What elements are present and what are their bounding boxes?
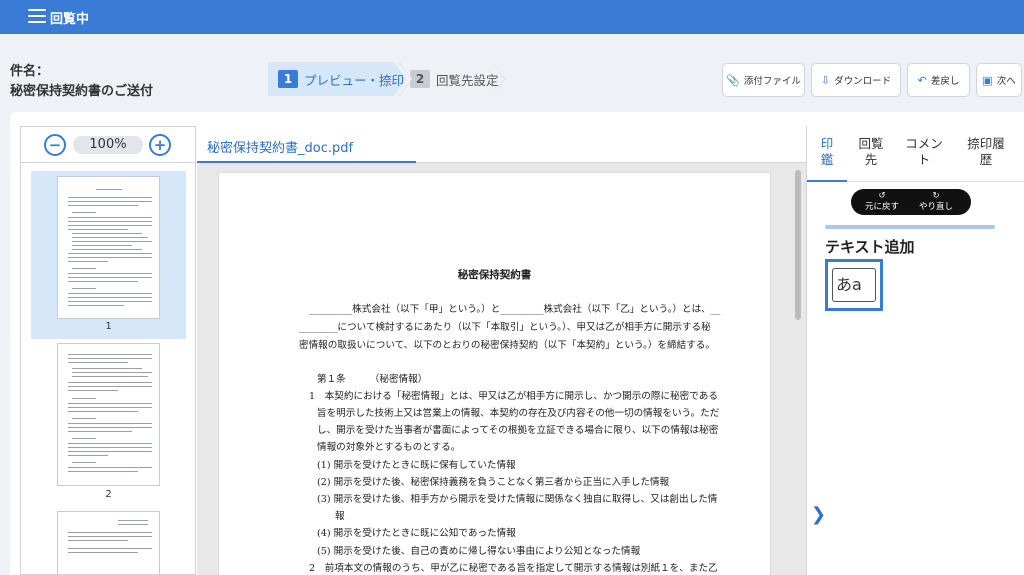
document-line: し、開示を受けた当事者が書面によってその根拠を立証できる場合に限り、以下の情報は… — [317, 425, 719, 436]
add-text-button[interactable]: あa — [825, 259, 883, 311]
thumbnail-page-image — [57, 176, 160, 319]
document-tab[interactable]: 秘密保持契約書_doc.pdf — [197, 126, 416, 163]
subject-value: 秘密保持契約書のご送付 — [10, 84, 154, 99]
step-preview-stamp[interactable]: 1 プレビュー・捺印 — [268, 62, 406, 96]
next-icon: ▣ — [982, 73, 993, 87]
document-line: ________について検討するにあたり（以下「本取引」という。）、甲又は乙が相… — [299, 322, 711, 333]
page-number: 1 — [105, 321, 112, 332]
page-number: 2 — [105, 489, 112, 500]
section-divider — [825, 225, 995, 229]
text-tool-icon: あa — [832, 268, 876, 302]
document-title: 秘密保持契約書 — [457, 269, 532, 281]
right-panel: 印 鑑 回覧 先 コメン ト 捺印履 歴 ↺ 元に戻す ↻ やり直し テキスト追… — [806, 126, 1024, 575]
page-thumbnail[interactable]: 1 — [31, 171, 186, 339]
document-page: 秘密保持契約書 _________株式会社（以下「甲」という。）と_______… — [219, 173, 770, 575]
document-line: 第１条 （秘密情報） — [317, 374, 428, 385]
next-button[interactable]: ▣ 次へ — [976, 63, 1022, 97]
return-button[interactable]: ↶ 差戻し — [907, 63, 970, 97]
tab-comments[interactable]: コメン ト — [901, 136, 947, 168]
undo-redo-control: ↺ 元に戻す ↻ やり直し — [851, 189, 971, 215]
add-text-label: テキスト追加 — [825, 238, 915, 256]
document-line: 情報の対象外とするものとする。 — [317, 442, 461, 453]
document-line: (1) 開示を受けたときに既に保有していた情報 — [317, 460, 516, 471]
zoom-level: 100% — [73, 136, 143, 154]
redo-button[interactable]: ↻ やり直し — [911, 191, 961, 213]
chevron-right-icon[interactable]: ❯ — [811, 504, 826, 525]
step-number: 2 — [410, 70, 430, 88]
page-status-title: 回覧中 — [50, 12, 90, 27]
thumbnail-panel: − 100% + 1 2 — [20, 126, 196, 575]
tab-seal[interactable]: 印 鑑 — [817, 136, 837, 168]
document-line: (4) 開示を受けたときに既に公知であった情報 — [317, 528, 516, 539]
zoom-out-button[interactable]: − — [44, 134, 66, 156]
attachments-button[interactable]: 📎 添付ファイル — [722, 63, 805, 97]
document-line: (3) 開示を受けた後、相手方から開示を受けた情報に関係なく独自に取得し、又は創… — [317, 494, 718, 505]
hamburger-menu-icon[interactable] — [28, 9, 46, 23]
undo-button[interactable]: ↺ 元に戻す — [857, 191, 907, 213]
top-bar: 回覧中 — [0, 0, 1024, 34]
document-line: _________株式会社（以下「甲」という。）と_________株式会社（以… — [309, 304, 721, 315]
document-line: (2) 開示を受けた後、秘密保持義務を負うことなく第三者から正当に入手した情報 — [317, 477, 670, 488]
active-tab-indicator — [807, 180, 847, 182]
tab-stamp-history[interactable]: 捺印履 歴 — [959, 136, 1013, 168]
document-scrollbar[interactable] — [795, 170, 801, 320]
zoom-in-button[interactable]: + — [149, 134, 171, 156]
document-viewer[interactable]: 秘密保持契約書 _________株式会社（以下「甲」という。）と_______… — [197, 163, 806, 575]
document-line: 旨を明示した技術上又は営業上の情報、本契約の存在及び内容その他一切の情報をいう。… — [317, 408, 720, 419]
step-label: 回覧先設定 — [436, 72, 499, 88]
document-line: 2 前項本文の情報のうち、甲が乙に秘密である旨を指定して開示する情報は別紙１を、… — [309, 563, 718, 574]
download-icon: ⇩ — [820, 73, 831, 87]
subject-label: 件名： — [10, 64, 50, 79]
undo-arrow-icon: ↶ — [917, 73, 927, 87]
document-filename: 秘密保持契約書_doc.pdf — [207, 141, 354, 156]
document-line: 密情報の取扱いについて、以下のとおりの秘密保持契約（以下「本契約」という。）を締… — [299, 340, 715, 351]
step-label: プレビュー・捺印 — [304, 72, 405, 88]
document-line: 1 本契約における「秘密情報」とは、甲又は乙が相手方に開示し、かつ開示の際に秘密… — [309, 391, 718, 402]
zoom-bar: − 100% + — [21, 127, 195, 163]
download-button[interactable]: ⇩ ダウンロード — [811, 63, 901, 97]
document-line: (5) 開示を受けた後、自己の責めに帰し得ない事由により公知となった情報 — [317, 546, 641, 557]
step-recipients[interactable]: 2 回覧先設定 — [400, 62, 504, 96]
thumbnail-page-image — [57, 343, 160, 486]
tab-recipients[interactable]: 回覧 先 — [851, 136, 891, 168]
thumbnail-page-image — [57, 511, 160, 574]
paperclip-icon: 📎 — [726, 73, 740, 87]
redo-icon: ↻ — [932, 191, 940, 201]
page-thumbnail[interactable] — [31, 511, 186, 574]
document-line: 報 — [335, 511, 345, 522]
step-number: 1 — [278, 70, 298, 88]
page-thumbnail[interactable]: 2 — [31, 343, 186, 503]
undo-icon: ↺ — [878, 191, 886, 201]
